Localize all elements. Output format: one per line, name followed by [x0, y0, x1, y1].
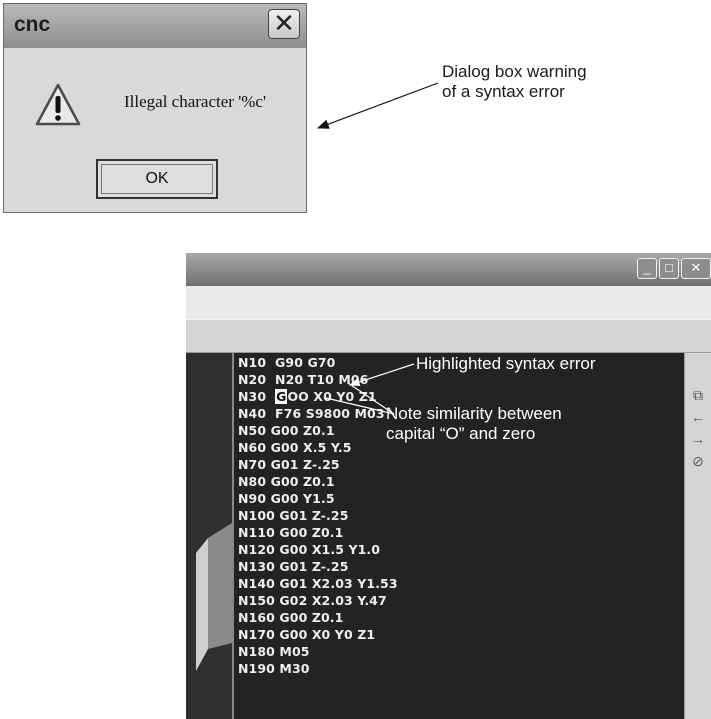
close-icon[interactable]: ✕	[268, 9, 300, 39]
cancel-icon[interactable]: ⊘	[689, 451, 707, 471]
copy-icon[interactable]: ⧉	[689, 385, 707, 405]
code-line: N170 G00 X0 Y0 Z1	[238, 627, 376, 642]
menu-bar[interactable]	[186, 286, 711, 319]
part-preview-shape	[196, 523, 232, 671]
code-line: N190 M30	[238, 661, 310, 676]
dialog-title-bar[interactable]: cnc ✕	[4, 4, 306, 48]
code-line: N180 M05	[238, 644, 310, 659]
code-line: N50 G00 Z0.1	[238, 423, 335, 438]
code-line: N70 G01 Z-.25	[238, 457, 340, 472]
minimize-button[interactable]: _	[637, 258, 657, 279]
error-line-suffix: OO X0 Y0 Z1	[287, 389, 377, 404]
code-line: N120 G00 X1.5 Y1.0	[238, 542, 381, 557]
error-line-prefix: N30	[238, 389, 276, 404]
code-line: N40 F76 S9800 M03	[238, 406, 385, 421]
highlight-annotation: Highlighted syntax error	[416, 354, 596, 373]
code-line-error: N30 GOO X0 Y0 Z1	[238, 389, 377, 406]
side-toolbar: ⧉ ← → ⊘	[684, 353, 711, 719]
arrow-left-icon[interactable]: ←	[689, 407, 707, 427]
code-line: N130 G01 Z-.25	[238, 559, 349, 574]
toolbar[interactable]	[186, 319, 711, 353]
code-line: N150 G02 X2.03 Y.47	[238, 593, 387, 608]
warning-icon	[35, 83, 81, 126]
dialog-title: cnc	[14, 13, 51, 36]
cnc-editor-window: _ □ ✕ N10 G90 G70 N20 N20 T10 M06 N30 GO…	[186, 253, 711, 719]
code-line: N80 G00 Z0.1	[238, 474, 335, 489]
code-line: N60 G00 X.5 Y.5	[238, 440, 352, 455]
dialog-callout: Dialog box warning of a syntax error	[442, 62, 587, 102]
error-dialog: cnc ✕ Illegal character '%c' OK	[3, 3, 307, 213]
code-editor[interactable]: N10 G90 G70 N20 N20 T10 M06 N30 GOO X0 Y…	[234, 353, 684, 719]
dialog-message: Illegal character '%c'	[124, 92, 267, 111]
similarity-annotation-line1: Note similarity between	[386, 404, 562, 423]
editor-title-bar[interactable]: _ □ ✕	[186, 253, 711, 286]
similarity-annotation-line2: capital “O” and zero	[386, 424, 536, 443]
code-line: N160 G00 Z0.1	[238, 610, 344, 625]
dialog-callout-line2: of a syntax error	[442, 82, 565, 101]
arrow-right-icon[interactable]: →	[689, 429, 707, 449]
dialog-callout-line1: Dialog box warning	[442, 62, 587, 81]
maximize-button[interactable]: □	[659, 258, 679, 279]
code-line: N90 G00 Y1.5	[238, 491, 335, 506]
close-button[interactable]: ✕	[681, 258, 711, 279]
code-line: N100 G01 Z-.25	[238, 508, 349, 523]
highlighted-error-char: G	[275, 389, 288, 404]
code-line: N110 G00 Z0.1	[238, 525, 344, 540]
code-line: N10 G90 G70	[238, 355, 336, 370]
code-line: N140 G01 X2.03 Y1.53	[238, 576, 398, 591]
ok-button[interactable]: OK	[96, 159, 218, 199]
code-line: N20 N20 T10 M06	[238, 372, 369, 387]
